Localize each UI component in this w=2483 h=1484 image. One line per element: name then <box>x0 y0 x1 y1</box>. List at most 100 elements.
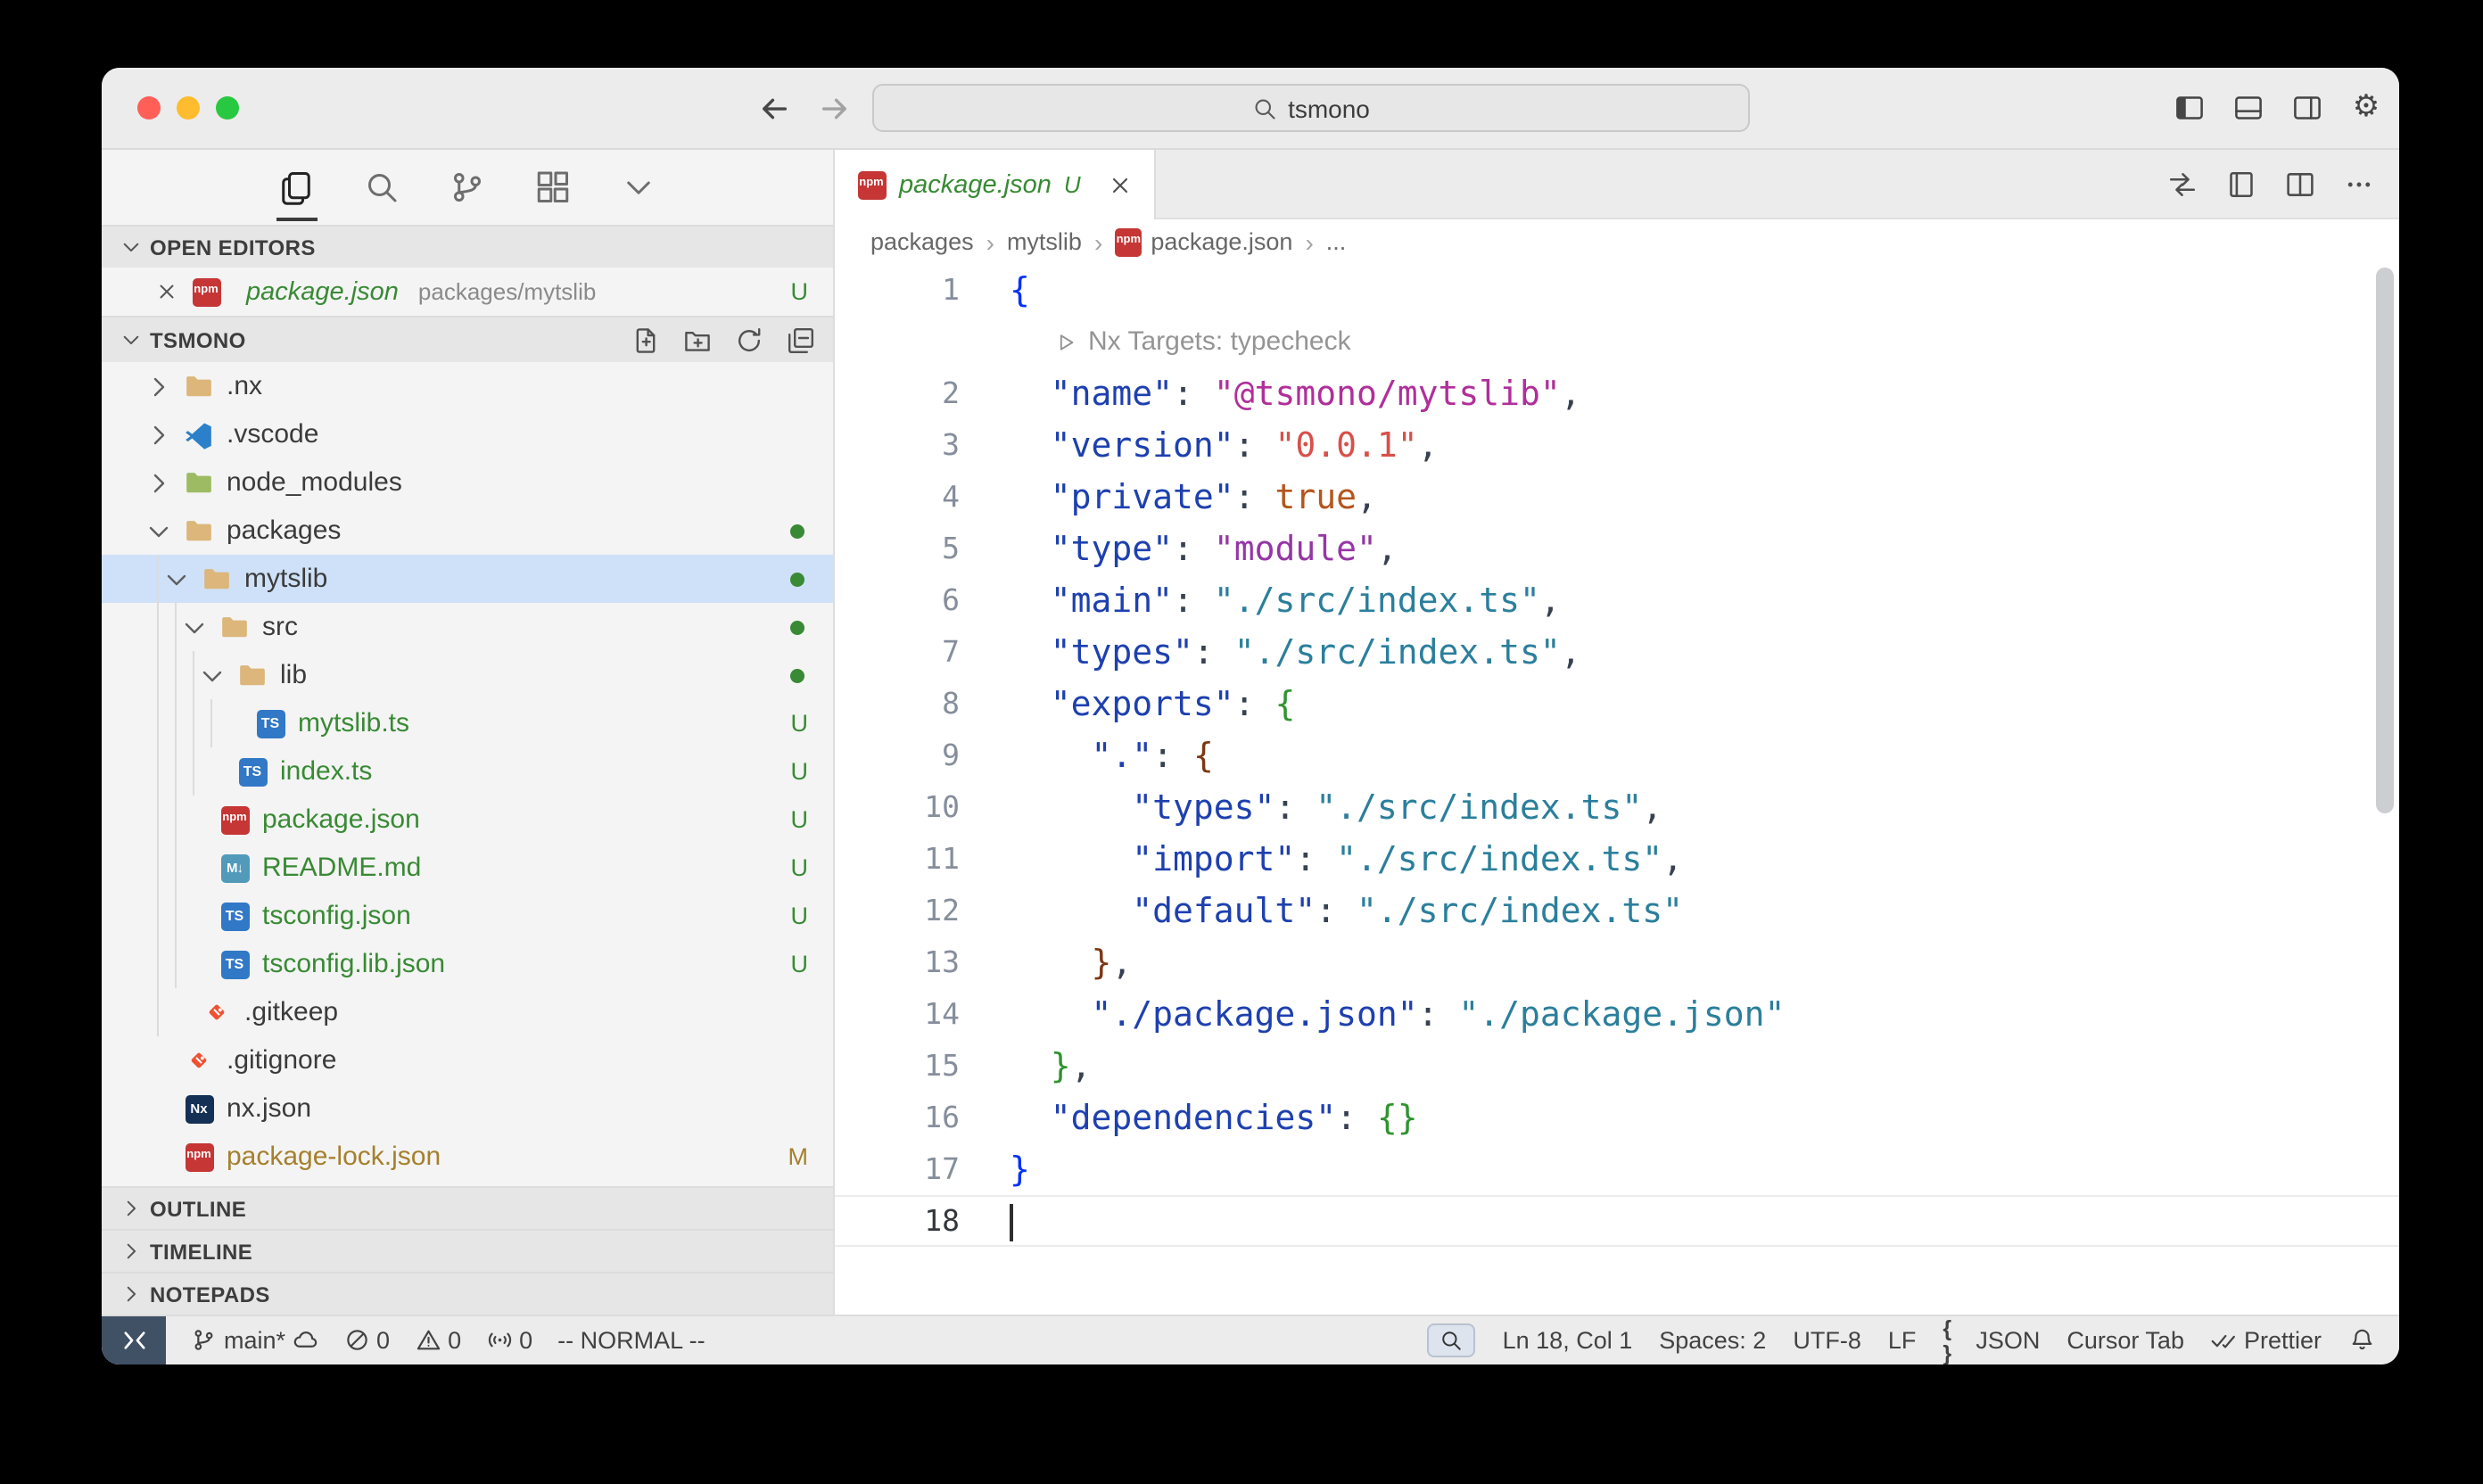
errors-count[interactable]: 0 <box>343 1327 390 1354</box>
tree-item-vscode[interactable]: .vscode <box>102 410 833 458</box>
warning-icon <box>415 1328 441 1354</box>
formatter-prettier[interactable]: Prettier <box>2211 1327 2322 1354</box>
code-line-17: 17} <box>835 1143 2399 1195</box>
notifications[interactable] <box>2348 1328 2374 1354</box>
encoding[interactable]: UTF-8 <box>1793 1327 1861 1354</box>
line-number: 17 <box>835 1152 960 1186</box>
command-center-search[interactable]: tsmono <box>872 84 1750 132</box>
collapse-folders-button[interactable] <box>787 326 815 354</box>
code-editor[interactable]: 1{Nx Targets: typecheck2 "name": "@tsmon… <box>835 264 2399 1315</box>
new-folder-button[interactable] <box>683 326 712 354</box>
tree-item-tsconfig-lib-json[interactable]: TStsconfig.lib.jsonU <box>102 940 833 988</box>
toggle-primary-sidebar-button[interactable] <box>2174 93 2205 123</box>
toggle-secondary-sidebar-button[interactable] <box>2292 93 2322 123</box>
tree-item-package-lock-json[interactable]: npmpackage-lock.jsonM <box>102 1133 833 1181</box>
tree-item-nx-json[interactable]: Nxnx.json <box>102 1084 833 1133</box>
explorer-actions <box>631 326 815 354</box>
code-line-10: 10 "types": "./src/index.ts", <box>835 781 2399 833</box>
breadcrumb-packages[interactable]: packages <box>870 228 974 255</box>
close-tab-button[interactable] <box>1108 172 1133 197</box>
tree-item-package-json[interactable]: npmpackage.jsonU <box>102 796 833 844</box>
indentation[interactable]: Spaces: 2 <box>1659 1327 1766 1354</box>
tree-item-tsconfig-json[interactable]: TStsconfig.jsonU <box>102 892 833 940</box>
breadcrumb-[interactable]: ... <box>1326 228 1347 255</box>
chevron-down-icon[interactable] <box>144 516 173 545</box>
explorer-label: TSMONO <box>150 327 246 352</box>
activity-source-control[interactable] <box>449 169 486 206</box>
chevron-down-icon <box>621 169 656 205</box>
git-branch[interactable]: main* <box>191 1327 318 1354</box>
cursor-tab[interactable]: Cursor Tab <box>2066 1327 2184 1354</box>
tree-item-index-ts[interactable]: TSindex.tsU <box>102 747 833 796</box>
chevron-right-icon[interactable] <box>144 420 173 449</box>
navigate-back-button[interactable] <box>758 92 790 124</box>
settings-button[interactable]: ⚙ <box>2351 93 2381 123</box>
cursor-position[interactable]: Ln 18, Col 1 <box>1503 1327 1633 1354</box>
explorer-header[interactable]: TSMONO <box>102 316 833 362</box>
folder-icon <box>237 660 268 690</box>
activity-extensions[interactable] <box>534 169 572 206</box>
indent-guide <box>175 603 177 988</box>
folder-icon <box>184 371 214 401</box>
chevron-down-icon[interactable] <box>198 661 227 689</box>
refresh-explorer-button[interactable] <box>735 326 763 354</box>
activity-more[interactable] <box>620 169 657 206</box>
zoom-indicator[interactable] <box>1428 1323 1476 1357</box>
line-number: 13 <box>835 945 960 979</box>
chevron-down-icon[interactable] <box>180 613 209 641</box>
tab-package-json[interactable]: npm package.json U <box>835 150 1156 219</box>
search-value: tsmono <box>1288 94 1370 122</box>
remote-indicator[interactable] <box>102 1316 166 1364</box>
open-changes-button[interactable] <box>2167 169 2198 199</box>
tree-item-label: package.json <box>262 804 420 835</box>
open-editor-item-package-json[interactable]: npmpackage.jsonpackages/mytslibU <box>102 268 833 316</box>
tree-item-nx[interactable]: .nx <box>102 362 833 410</box>
section-notepads[interactable]: NOTEPADS <box>102 1272 833 1315</box>
tree-item-readme-md[interactable]: M↓README.mdU <box>102 844 833 892</box>
line-number: 8 <box>835 687 960 721</box>
section-timeline[interactable]: TIMELINE <box>102 1229 833 1272</box>
zoom-window-button[interactable] <box>216 96 239 120</box>
tree-item-node-modules[interactable]: node_modules <box>102 458 833 507</box>
tree-item-src[interactable]: src <box>102 603 833 651</box>
folder-green-icon <box>184 467 214 498</box>
navigate-forward-button[interactable] <box>819 92 851 124</box>
close-window-button[interactable] <box>137 96 161 120</box>
activity-explorer[interactable] <box>277 169 315 206</box>
scrollbar[interactable] <box>2376 268 2394 813</box>
activity-search[interactable] <box>363 169 400 206</box>
code-line-18: 18 <box>835 1195 2399 1247</box>
titlebar: tsmono ⚙ <box>102 68 2399 150</box>
breadcrumb-package-json[interactable]: npmpackage.json <box>1115 228 1292 255</box>
eol[interactable]: LF <box>1888 1327 1917 1354</box>
language-mode[interactable]: { }JSON <box>1943 1327 2040 1354</box>
breadcrumbs: packages›mytslib›npmpackage.json›... <box>835 219 2399 264</box>
new-file-button[interactable] <box>631 326 660 354</box>
vim-mode[interactable]: -- NORMAL -- <box>557 1327 705 1354</box>
more-actions-button[interactable] <box>2344 169 2374 199</box>
line-number: 16 <box>835 1101 960 1134</box>
git-status-badge: U <box>791 758 809 785</box>
breadcrumb-mytslib[interactable]: mytslib <box>1007 228 1082 255</box>
open-preview-button[interactable] <box>2226 169 2256 199</box>
open-editors-header[interactable]: OPEN EDITORS <box>102 225 833 268</box>
chevron-right-icon[interactable] <box>144 372 173 400</box>
chevron-right-icon[interactable] <box>144 468 173 497</box>
ts-icon: TS <box>237 756 268 787</box>
chevron-down-icon[interactable] <box>162 565 191 593</box>
close-icon[interactable] <box>155 280 178 303</box>
tree-item-mytslib[interactable]: mytslib <box>102 555 833 603</box>
toggle-panel-button[interactable] <box>2233 93 2264 123</box>
section-outline[interactable]: OUTLINE <box>102 1186 833 1229</box>
codelens-nx-targets[interactable]: Nx Targets: typecheck <box>1088 326 1351 357</box>
tree-item-gitignore[interactable]: .gitignore <box>102 1036 833 1084</box>
tree-item-lib[interactable]: lib <box>102 651 833 699</box>
tree-item-gitkeep[interactable]: .gitkeep <box>102 988 833 1036</box>
radio-tower-count[interactable]: 0 <box>486 1327 532 1354</box>
tree-item-label: src <box>262 612 298 642</box>
chevron-down-icon <box>120 235 143 259</box>
minimize-window-button[interactable] <box>177 96 200 120</box>
warnings-count[interactable]: 0 <box>415 1327 461 1354</box>
split-editor-button[interactable] <box>2285 169 2315 199</box>
tree-item-packages[interactable]: packages <box>102 507 833 555</box>
